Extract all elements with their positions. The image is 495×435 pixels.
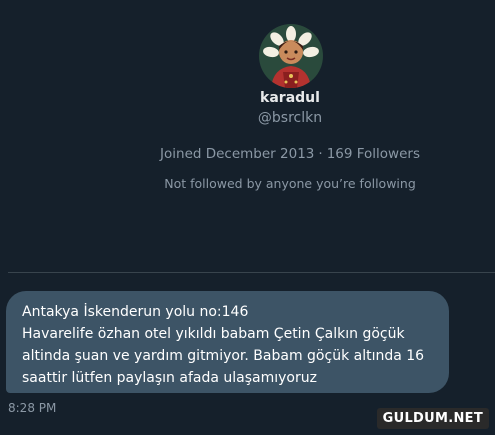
profile-avatar[interactable] bbox=[259, 24, 323, 88]
watermark: GULDUM.NET bbox=[376, 408, 489, 429]
follow-context-note: Not followed by anyone you’re following bbox=[164, 176, 416, 191]
divider bbox=[8, 272, 495, 273]
message-timestamp: 8:28 PM bbox=[8, 401, 57, 415]
profile-header: karadul @bsrclkn Joined December 2013 · 16… bbox=[0, 0, 495, 272]
profile-handle: @bsrclkn bbox=[257, 110, 323, 126]
message-line: Havarelife özhan otel yıkıldı babam Çeti… bbox=[22, 326, 405, 342]
joined-date: Joined December 2013 bbox=[160, 146, 315, 162]
followers-count[interactable]: 169 Followers bbox=[327, 146, 420, 162]
avatar-illustration-icon bbox=[259, 24, 323, 88]
message-line: Antakya İskenderun yolu no:146 bbox=[22, 304, 249, 320]
message-line: altinda şuan ve yardım gitmiyor. Babam g… bbox=[22, 348, 425, 364]
message-line: saattir lütfen paylaşın afada ulaşamıyor… bbox=[22, 370, 317, 386]
message-bubble[interactable]: Antakya İskenderun yolu no:146 Havarelif… bbox=[6, 291, 449, 393]
profile-meta: Joined December 2013 · 169 Followers bbox=[120, 146, 460, 162]
meta-separator: · bbox=[318, 146, 323, 162]
profile-display-name[interactable]: karadul bbox=[190, 90, 390, 106]
